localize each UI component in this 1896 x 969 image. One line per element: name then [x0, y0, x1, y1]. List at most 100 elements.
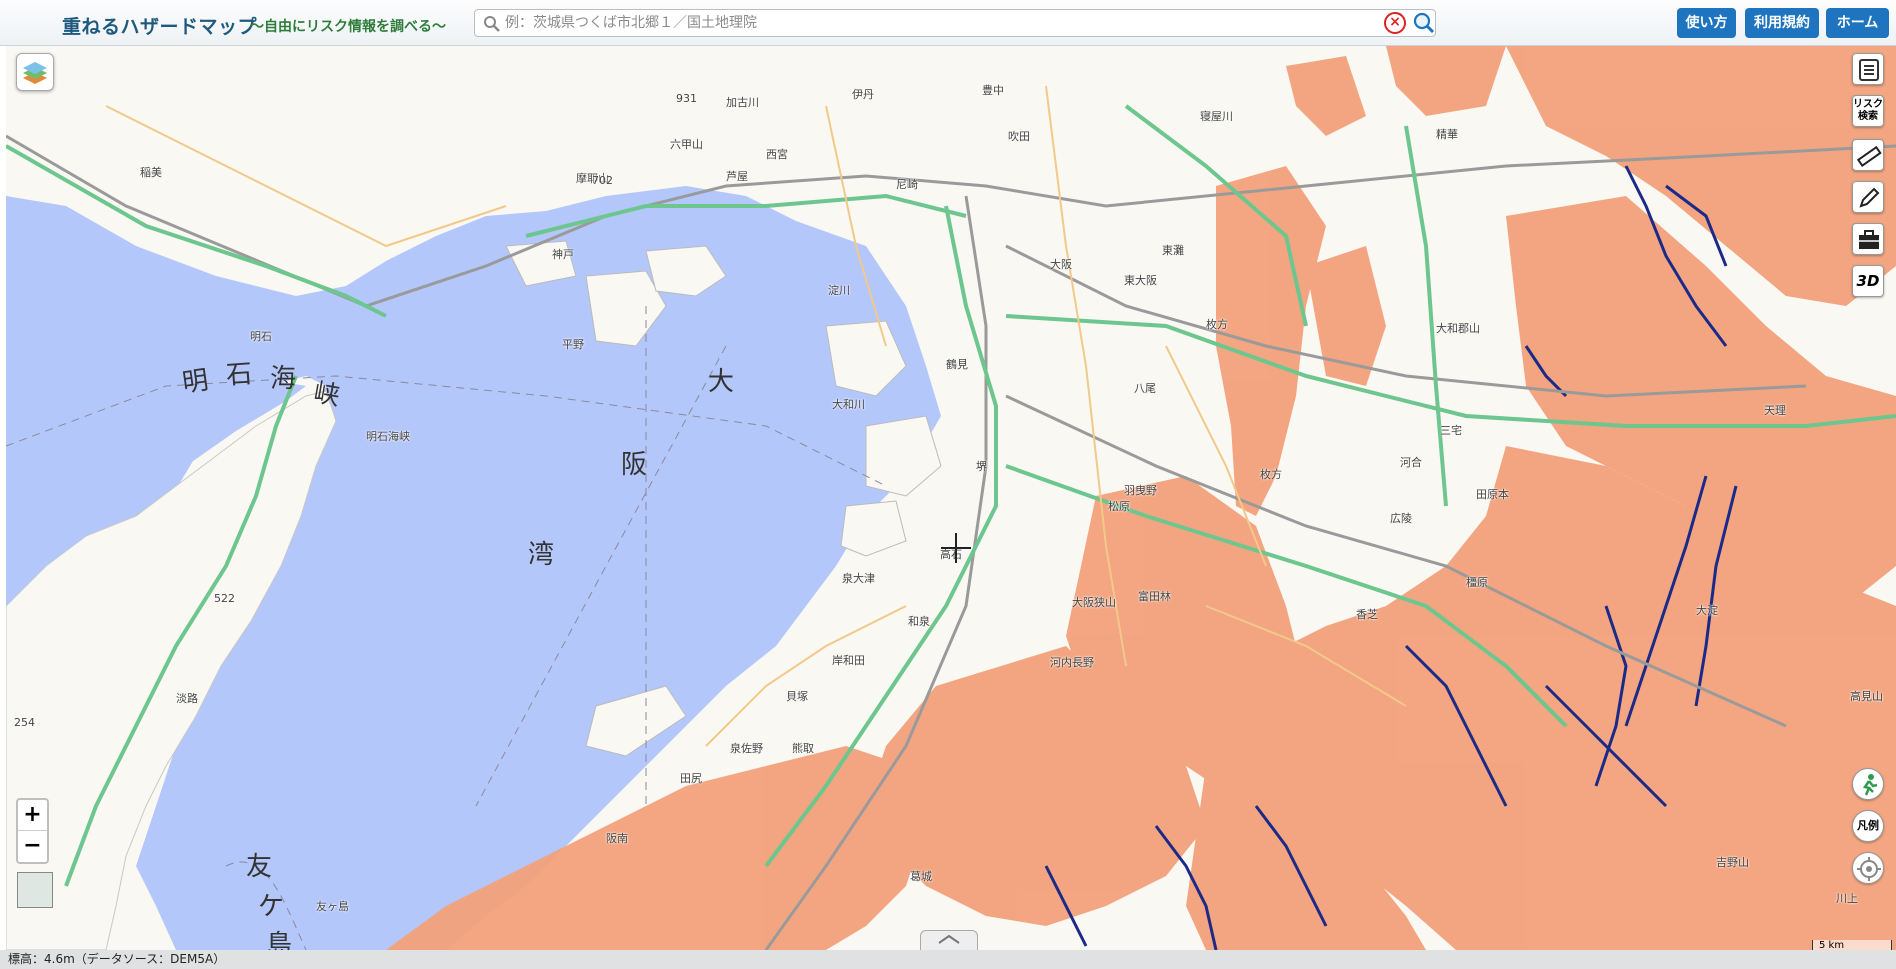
- place-label: 淡路: [176, 692, 198, 705]
- place-label: 大和郡山: [1436, 322, 1480, 335]
- sea-label-char: 大: [708, 367, 735, 397]
- place-label: 稲美: [140, 166, 162, 179]
- place-label: 加古川: [726, 96, 759, 109]
- place-label: 明石海峡: [366, 430, 410, 443]
- sea-label-char: 石: [225, 359, 254, 391]
- chevron-up-icon: [938, 934, 960, 944]
- place-label: 堺: [976, 460, 987, 473]
- sea-label-char: 明: [180, 365, 211, 399]
- sea-label-char: 島: [266, 930, 293, 950]
- map-canvas[interactable]: 明 石 海 峡 大 阪 湾 友 ケ 島 神戸 明石 淡路 大阪 東大阪 堺 岸和…: [6, 46, 1896, 950]
- place-label: 田原本: [1476, 488, 1509, 501]
- place-label: 吹田: [1008, 130, 1030, 143]
- place-label: 淀川: [828, 284, 850, 297]
- place-label: 阪南: [606, 832, 628, 845]
- site-title[interactable]: 重ねるハザードマップ: [62, 12, 257, 39]
- risk-search-button[interactable]: リスク検索: [1852, 95, 1884, 127]
- elevation-status-bar: 標高：4.6m（データソース：DEM5A）: [0, 950, 1896, 969]
- sea-label-char: 海: [270, 364, 297, 394]
- zoom-out-button[interactable]: −: [18, 831, 47, 862]
- place-label: 貝塚: [786, 690, 808, 703]
- layers-button[interactable]: [16, 53, 54, 91]
- place-label: 富田林: [1138, 590, 1171, 603]
- place-label: 大阪: [1050, 258, 1072, 271]
- scale-bar: 5 km: [1812, 940, 1892, 950]
- zoom-in-button[interactable]: +: [18, 800, 47, 831]
- header-bar: 重ねるハザードマップ 〜自由にリスク情報を調べる〜 × 使い方 利用規約 ホーム: [0, 0, 1896, 46]
- place-label: 高見山: [1850, 690, 1883, 703]
- sea-label-char: ケ: [258, 892, 285, 922]
- place-label: 神戸: [552, 248, 574, 261]
- place-label: 寝屋川: [1200, 110, 1233, 123]
- info-list-button[interactable]: [1852, 53, 1884, 85]
- sea-label-char: 湾: [528, 540, 555, 570]
- 3d-view-button[interactable]: 3D: [1852, 265, 1884, 297]
- place-label: 東灘: [1162, 244, 1184, 257]
- base-map: [6, 46, 1896, 950]
- center-crosshair: [941, 533, 971, 563]
- place-label: 羽曳野: [1124, 484, 1157, 497]
- place-label: 吉野山: [1716, 856, 1749, 869]
- place-label: 和泉: [908, 615, 930, 628]
- search-input[interactable]: [505, 13, 1385, 33]
- place-label: 枚方: [1206, 318, 1228, 331]
- place-label: 八尾: [1134, 382, 1156, 395]
- place-label: 葛城: [910, 870, 932, 883]
- toolbox-icon: [1859, 230, 1879, 249]
- sea-label-char: 阪: [621, 450, 648, 480]
- evacuation-button[interactable]: [1852, 768, 1884, 800]
- elevation-label: 522: [214, 592, 235, 605]
- search-submit-button[interactable]: [1412, 10, 1436, 36]
- usage-button[interactable]: 使い方: [1677, 8, 1736, 38]
- place-label: 田尻: [680, 772, 702, 785]
- place-label: 川上: [1836, 892, 1858, 905]
- tools-button[interactable]: [1852, 223, 1884, 255]
- site-subtitle: 〜自由にリスク情報を調べる〜: [250, 19, 446, 35]
- place-label: 六甲山: [670, 138, 703, 151]
- place-label: 松原: [1108, 500, 1130, 513]
- place-label: 天理: [1764, 404, 1786, 417]
- place-label: 熊取: [792, 742, 814, 755]
- draw-button[interactable]: [1852, 181, 1884, 213]
- place-label: 鶴見: [946, 358, 968, 371]
- search-icon: [484, 16, 500, 32]
- place-label: 伊丹: [852, 88, 874, 101]
- place-label: 泉佐野: [730, 742, 763, 755]
- place-label: 三宅: [1440, 424, 1462, 437]
- search-box: [474, 9, 1436, 37]
- list-icon: [1859, 59, 1879, 81]
- place-label: 明石: [250, 330, 272, 343]
- place-label: 大和川: [832, 398, 865, 411]
- elevation-label: 254: [14, 716, 35, 729]
- place-label: 平野: [562, 338, 584, 351]
- place-label: 友ヶ島: [316, 900, 349, 913]
- terms-button[interactable]: 利用規約: [1745, 8, 1819, 38]
- clear-search-button[interactable]: ×: [1384, 12, 1406, 34]
- elevation-label: 931: [676, 92, 697, 105]
- place-label: 泉大津: [842, 572, 875, 585]
- basemap-switch-button[interactable]: [17, 872, 53, 908]
- place-label: 香芝: [1356, 608, 1378, 621]
- home-button[interactable]: ホーム: [1826, 8, 1889, 38]
- sea-label-char: 友: [246, 852, 273, 882]
- app-window: 重ねるハザードマップ 〜自由にリスク情報を調べる〜 × 使い方 利用規約 ホーム: [0, 0, 1896, 969]
- place-label: 広陵: [1390, 512, 1412, 525]
- place-label: 西宮: [766, 148, 788, 161]
- current-location-button[interactable]: [1852, 852, 1884, 884]
- place-label: 大阪狭山: [1072, 596, 1116, 609]
- locate-icon: [1857, 857, 1881, 881]
- layers-icon: [23, 62, 47, 84]
- place-label: 豊中: [982, 84, 1004, 97]
- zoom-control: + −: [16, 798, 49, 864]
- pencil-icon: [1859, 187, 1880, 208]
- panel-expand-tab[interactable]: [920, 930, 978, 950]
- place-label: 枚方: [1260, 468, 1282, 481]
- place-label: 芦屋: [726, 170, 748, 183]
- place-label: 大淀: [1696, 604, 1718, 617]
- running-person-icon: [1862, 774, 1878, 796]
- legend-button[interactable]: 凡例: [1852, 810, 1884, 842]
- measure-button[interactable]: [1852, 139, 1884, 171]
- ruler-icon: [1856, 145, 1882, 167]
- place-label: 河合: [1400, 456, 1422, 469]
- place-label: 尼崎: [896, 178, 918, 191]
